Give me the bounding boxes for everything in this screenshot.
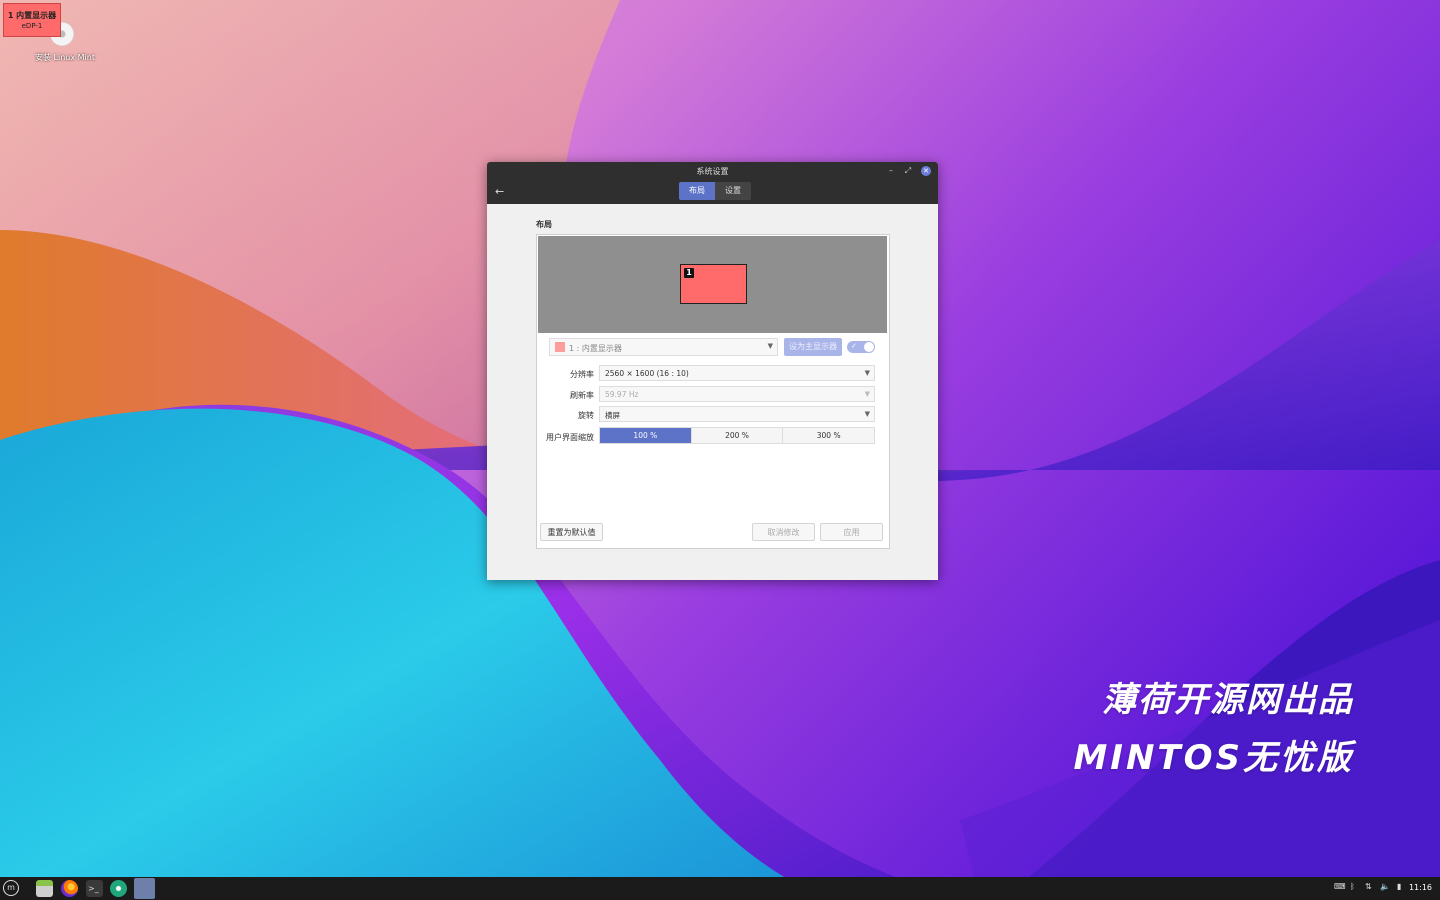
battery-icon[interactable]: ▮ — [1397, 882, 1401, 891]
check-icon: ✓ — [851, 342, 857, 350]
display-identify-overlay: 1 内置显示器 eDP-1 — [3, 3, 61, 37]
rotation-label: 旋转 — [578, 411, 594, 420]
tab-bar: 布局 设置 — [679, 182, 751, 200]
refresh-rate-value: 59.97 Hz — [605, 390, 639, 399]
watermark-line-2: MINTOS无忧版 — [1073, 738, 1354, 778]
maximize-button[interactable]: ⤢ — [903, 166, 913, 176]
desktop-icon-label: 安装 Linux Mint — [35, 53, 95, 62]
software-manager-icon[interactable] — [110, 880, 127, 897]
resolution-dropdown[interactable]: 2560 × 1600 (16 : 10) ▼ — [599, 365, 875, 381]
file-manager-icon[interactable] — [36, 880, 53, 897]
network-icon[interactable]: ⇅ — [1365, 882, 1372, 891]
rotation-dropdown[interactable]: 横屏 ▼ — [599, 406, 875, 422]
scale-option-100[interactable]: 100 % — [600, 428, 692, 443]
display-identify-title: 1 内置显示器 — [7, 11, 57, 20]
watermark-line-1: 薄荷开源网出品 — [1102, 680, 1354, 720]
window-content: 布局 1 1 : 内置显示器 ▼ 设为主显示器 ✓ 分辨率 2560 × 160… — [487, 204, 938, 580]
volume-icon[interactable]: 🔈 — [1380, 882, 1390, 891]
chevron-down-icon: ▼ — [767, 342, 773, 350]
display-identify-output: eDP-1 — [21, 22, 43, 30]
rotation-value: 横屏 — [605, 411, 620, 420]
ui-scale-selector: 100 % 200 % 300 % — [599, 427, 875, 444]
reset-defaults-button[interactable]: 重置为默认值 — [540, 523, 603, 541]
ui-scale-label: 用户界面缩放 — [546, 433, 594, 442]
keyboard-icon[interactable]: ⌨ — [1334, 882, 1346, 891]
refresh-rate-label: 刷新率 — [570, 391, 594, 400]
monitor-select-value: 1 : 内置显示器 — [569, 344, 622, 353]
monitor-color-swatch — [555, 342, 565, 352]
set-primary-button[interactable]: 设为主显示器 — [784, 338, 842, 356]
layout-section-title: 布局 — [536, 220, 552, 229]
apply-button[interactable]: 应用 — [820, 523, 883, 541]
minimize-button[interactable]: – — [886, 166, 896, 176]
chevron-down-icon: ▼ — [864, 369, 870, 377]
resolution-label: 分辨率 — [570, 370, 594, 379]
mint-menu-icon[interactable]: m — [3, 880, 19, 896]
monitor-enable-toggle[interactable]: ✓ — [847, 341, 875, 353]
monitor-arrangement-area[interactable]: 1 — [538, 236, 887, 333]
chevron-down-icon: ▼ — [864, 390, 870, 398]
monitor-number-badge: 1 — [684, 268, 694, 278]
window-title: 系统设置 — [696, 167, 729, 176]
window-titlebar[interactable]: 系统设置 – ⤢ ✕ ← 布局 设置 — [487, 162, 938, 204]
display-settings-window: 系统设置 – ⤢ ✕ ← 布局 设置 布局 1 1 : 内置显示器 ▼ 设为主显… — [487, 162, 938, 580]
refresh-rate-dropdown[interactable]: 59.97 Hz ▼ — [599, 386, 875, 402]
taskbar-clock[interactable]: 11:16 — [1409, 883, 1432, 892]
tab-settings[interactable]: 设置 — [715, 182, 751, 200]
scale-option-300[interactable]: 300 % — [783, 428, 875, 443]
layout-panel: 1 1 : 内置显示器 ▼ 设为主显示器 ✓ 分辨率 2560 × 1600 (… — [536, 234, 890, 549]
monitor-select-dropdown[interactable]: 1 : 内置显示器 ▼ — [549, 338, 778, 356]
system-settings-taskbar-icon[interactable] — [134, 878, 155, 899]
close-button[interactable]: ✕ — [921, 166, 931, 176]
back-arrow-icon[interactable]: ← — [495, 185, 504, 198]
cancel-changes-button[interactable]: 取消修改 — [752, 523, 815, 541]
taskbar: m >_ ⌨ ᛒ ⇅ 🔈 ▮ 11:16 — [0, 877, 1440, 900]
resolution-value: 2560 × 1600 (16 : 10) — [605, 369, 689, 378]
monitor-tile[interactable]: 1 — [680, 264, 747, 304]
scale-option-200[interactable]: 200 % — [691, 428, 784, 443]
firefox-icon[interactable] — [61, 880, 78, 897]
chevron-down-icon: ▼ — [864, 410, 870, 418]
bluetooth-icon[interactable]: ᛒ — [1350, 882, 1355, 891]
tab-layout[interactable]: 布局 — [679, 182, 715, 200]
terminal-icon[interactable]: >_ — [86, 880, 103, 897]
toggle-knob — [864, 342, 874, 352]
